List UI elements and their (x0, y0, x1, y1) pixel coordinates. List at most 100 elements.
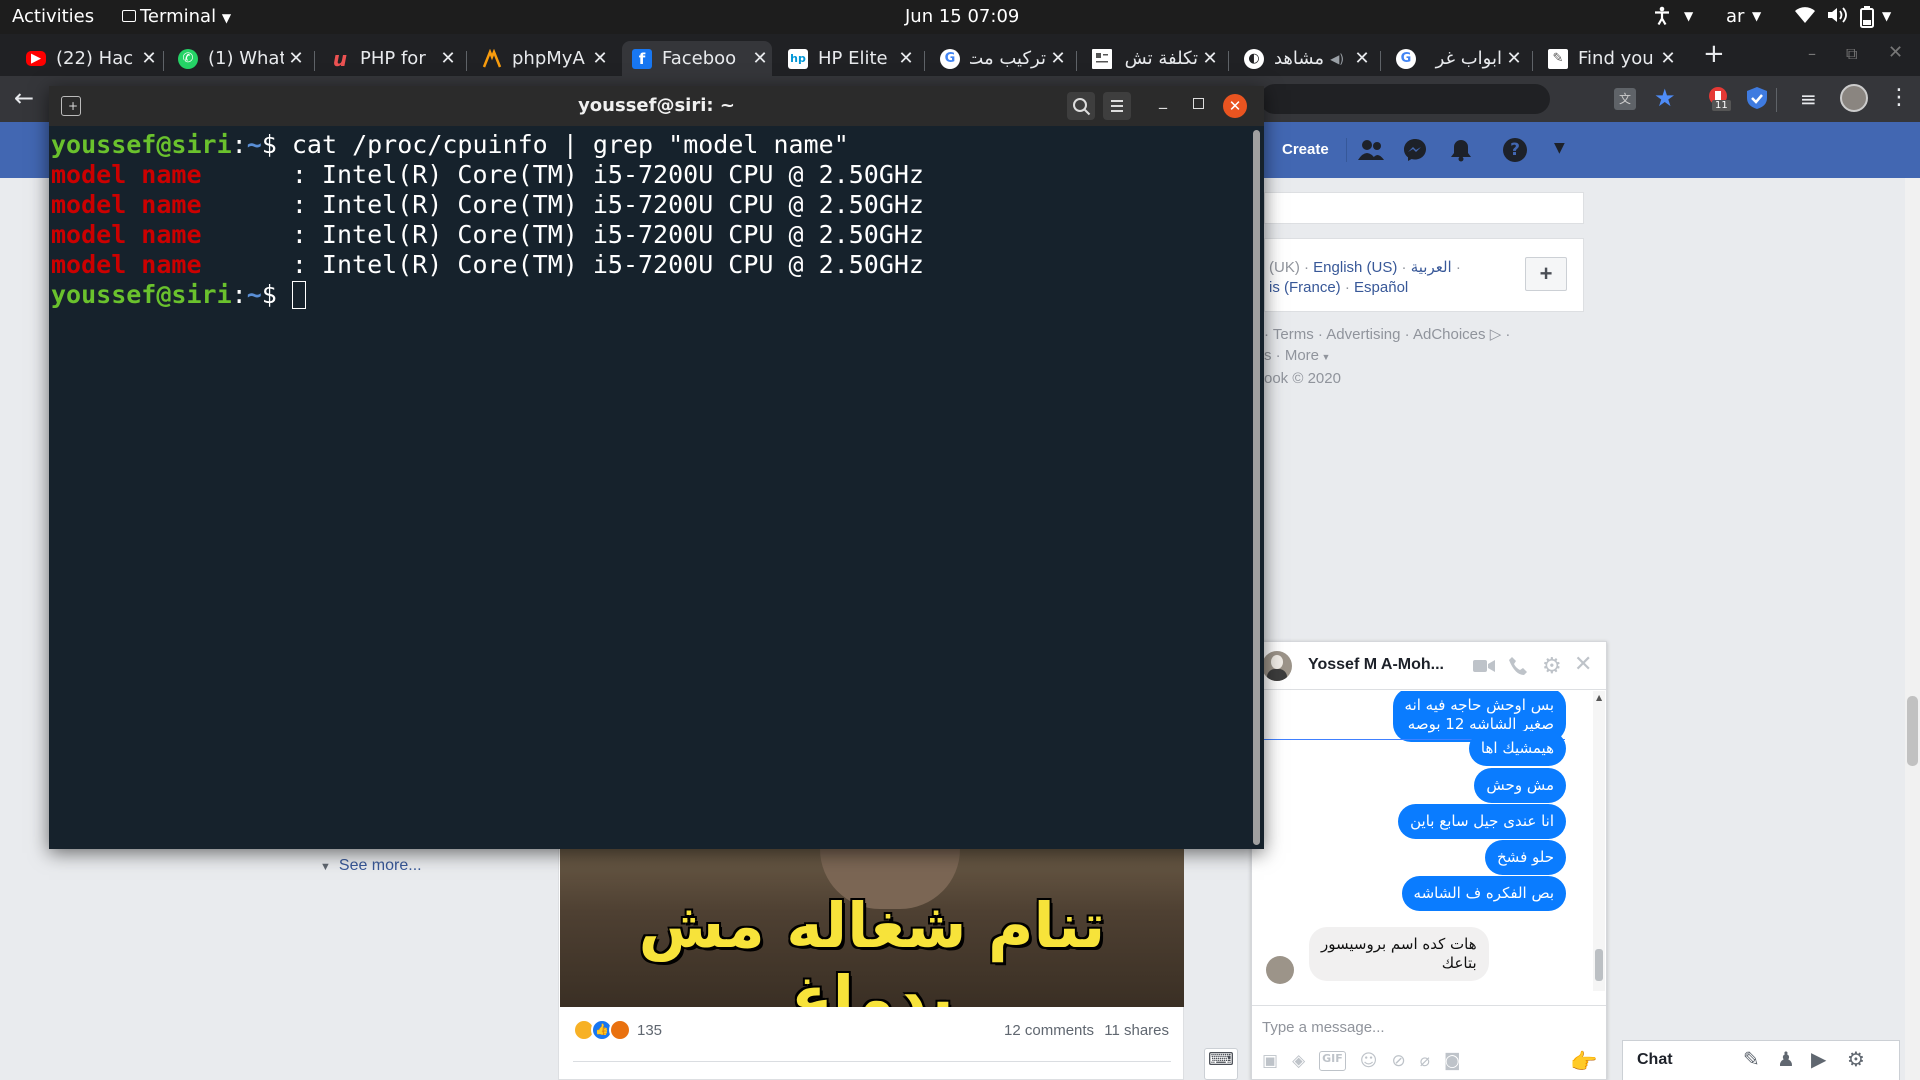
close-window-icon[interactable]: ✕ (1888, 42, 1903, 63)
terminal-body[interactable]: youssef@siri:~$ cat /proc/cpuinfo | grep… (49, 126, 1264, 849)
tab-google-arabic-1[interactable]: G تركيب مت ✕ (930, 41, 1070, 76)
kebab-menu-icon[interactable]: ⋮ (1888, 85, 1910, 110)
address-bar[interactable] (1260, 84, 1550, 114)
tab-whatsapp[interactable]: ✆ (1) What ✕ (168, 41, 308, 76)
minimize-icon[interactable]: – (1808, 44, 1816, 63)
tab-hp-elite[interactable]: hp HP Elite ✕ (778, 41, 918, 76)
maximize-icon[interactable] (1193, 98, 1204, 109)
app-menu-terminal[interactable]: Terminal ▼ (122, 6, 231, 27)
lang-uk[interactable]: (UK) (1269, 259, 1300, 276)
page-scrollbar[interactable] (1905, 178, 1920, 1080)
camera-icon[interactable]: ◙ (1444, 1051, 1461, 1071)
payment-icon[interactable]: ⊘ (1392, 1051, 1406, 1071)
footer-more[interactable]: More (1285, 347, 1319, 364)
thumbs-up-emoji-button[interactable]: 👉 (1570, 1050, 1597, 1075)
chat-settings-gear-icon[interactable]: ⚙ (1542, 654, 1562, 679)
accessibility-icon[interactable] (1654, 6, 1670, 26)
photo-icon[interactable]: ▣ (1262, 1051, 1278, 1071)
terminal-scrollbar[interactable] (1253, 130, 1260, 845)
gif-icon[interactable]: GIF (1319, 1051, 1346, 1071)
post-image[interactable]: تنام شغاله مش بدماغ (560, 849, 1184, 1007)
lang-arabic[interactable]: العربية (1411, 259, 1452, 276)
hamburger-menu-icon[interactable] (1103, 92, 1131, 120)
tab-google-arabic-2[interactable]: G ابواب غر ✕ (1386, 41, 1526, 76)
translate-icon[interactable]: 文 (1614, 88, 1636, 110)
tab-youtube[interactable]: ▶ (22) Hac ✕ (16, 41, 161, 76)
minimize-icon[interactable]: _ (1159, 90, 1167, 109)
see-more-link[interactable]: ▼ See more... (320, 857, 422, 875)
tab-phpmyadmin[interactable]: phpMyA ✕ (472, 41, 612, 76)
chat-header[interactable]: Yossef M A-Moh... ⚙ ✕ (1252, 642, 1606, 690)
emoji-icon[interactable]: ☺ (1360, 1051, 1378, 1071)
close-icon[interactable]: ✕ (1223, 94, 1247, 118)
video-call-icon[interactable] (1473, 658, 1495, 674)
footer-advertising[interactable]: Advertising (1326, 326, 1400, 343)
close-icon[interactable]: ✕ (1574, 652, 1592, 677)
keyboard-shortcuts-icon[interactable]: ⌨ (1204, 1048, 1238, 1080)
battery-icon[interactable] (1860, 6, 1874, 28)
chat-bar[interactable]: Chat ✎ ♟ ▶ ⚙ (1622, 1040, 1900, 1080)
close-icon[interactable]: ✕ (1502, 48, 1526, 69)
close-icon[interactable]: ✕ (748, 48, 772, 69)
terminal-titlebar[interactable]: + youssef@siri: ~ _ ✕ (49, 86, 1264, 126)
tab-php[interactable]: u PHP for ✕ (320, 41, 460, 76)
attachment-icon[interactable]: ⌀ (1420, 1051, 1430, 1071)
chevron-down-icon[interactable]: ▼ (1882, 9, 1891, 23)
notifications-bell-icon[interactable] (1449, 138, 1473, 162)
scrollbar-thumb[interactable] (1907, 696, 1918, 766)
new-tab-button[interactable]: + (1703, 39, 1725, 69)
restore-icon[interactable]: ⧉ (1846, 44, 1857, 64)
close-icon[interactable]: ✕ (588, 48, 612, 69)
volume-icon[interactable] (1826, 5, 1850, 25)
shares-count[interactable]: 11 shares (1104, 1022, 1169, 1039)
tab-arabic-video[interactable]: ◐ مشاهد ◀) ✕ (1234, 41, 1374, 76)
avatar[interactable] (1262, 651, 1292, 681)
account-menu-chevron-icon[interactable]: ▼ (1554, 140, 1565, 156)
media-queue-icon[interactable]: ≡ (1800, 87, 1817, 111)
close-icon[interactable]: ✕ (1046, 48, 1070, 69)
settings-gear-icon[interactable]: ⚙ (1847, 1047, 1865, 1071)
messenger-icon[interactable] (1403, 138, 1427, 162)
sticker-icon[interactable]: ◈ (1292, 1051, 1305, 1071)
message-input[interactable]: Type a message... (1262, 1019, 1385, 1036)
new-message-icon[interactable]: ✎ (1743, 1047, 1760, 1071)
footer-terms[interactable]: Terms (1273, 326, 1314, 343)
wifi-icon[interactable] (1794, 5, 1816, 25)
activities-button[interactable]: Activities (12, 6, 94, 27)
footer-adchoices[interactable]: AdChoices (1413, 326, 1486, 343)
chat-contact-name[interactable]: Yossef M A-Moh... (1308, 656, 1444, 674)
shield-icon[interactable] (1746, 86, 1768, 110)
new-group-icon[interactable]: ♟ (1777, 1047, 1795, 1071)
close-icon[interactable]: ✕ (1656, 48, 1680, 69)
bookmark-star-icon[interactable]: ★ (1654, 84, 1676, 112)
add-language-button[interactable]: + (1525, 257, 1567, 291)
chevron-down-icon[interactable]: ▼ (1752, 9, 1761, 23)
close-icon[interactable]: ✕ (1350, 48, 1374, 69)
phone-call-icon[interactable] (1508, 656, 1528, 676)
reactions-summary[interactable]: 👍 135 (573, 1019, 662, 1041)
video-call-icon[interactable]: ▶ (1811, 1047, 1826, 1071)
chat-scrollbar[interactable]: ▲ (1593, 691, 1605, 991)
friends-icon[interactable] (1358, 138, 1384, 162)
close-icon[interactable]: ✕ (284, 48, 308, 69)
tab-facebook[interactable]: f Faceboo ✕ (622, 41, 772, 76)
chat-messages[interactable]: بس اوحش حاجه فيه انه صغير الشاشه 12 بوصه… (1252, 691, 1606, 1011)
tab-find-you[interactable]: ✎ Find you ✕ (1538, 41, 1680, 76)
keyboard-language[interactable]: ar (1726, 6, 1744, 27)
close-icon[interactable]: ✕ (894, 48, 918, 69)
help-icon[interactable]: ? (1503, 138, 1527, 162)
profile-avatar[interactable] (1840, 84, 1868, 112)
extension-icon[interactable]: 11 (1706, 86, 1731, 111)
lang-french[interactable]: is (France) (1269, 279, 1341, 296)
comments-count[interactable]: 12 comments (1004, 1022, 1094, 1039)
lang-spanish[interactable]: Español (1354, 279, 1408, 296)
lang-english-us[interactable]: English (US) (1313, 259, 1397, 276)
tab-arabic-page[interactable]: تكلفة تش ✕ (1082, 41, 1222, 76)
chevron-down-icon[interactable]: ▼ (1684, 9, 1693, 23)
back-arrow-icon[interactable]: ← (14, 86, 34, 110)
close-icon[interactable]: ✕ (137, 48, 161, 69)
create-button[interactable]: Create (1282, 141, 1329, 158)
close-icon[interactable]: ✕ (436, 48, 460, 69)
search-icon[interactable] (1067, 92, 1095, 120)
close-icon[interactable]: ✕ (1198, 48, 1222, 69)
